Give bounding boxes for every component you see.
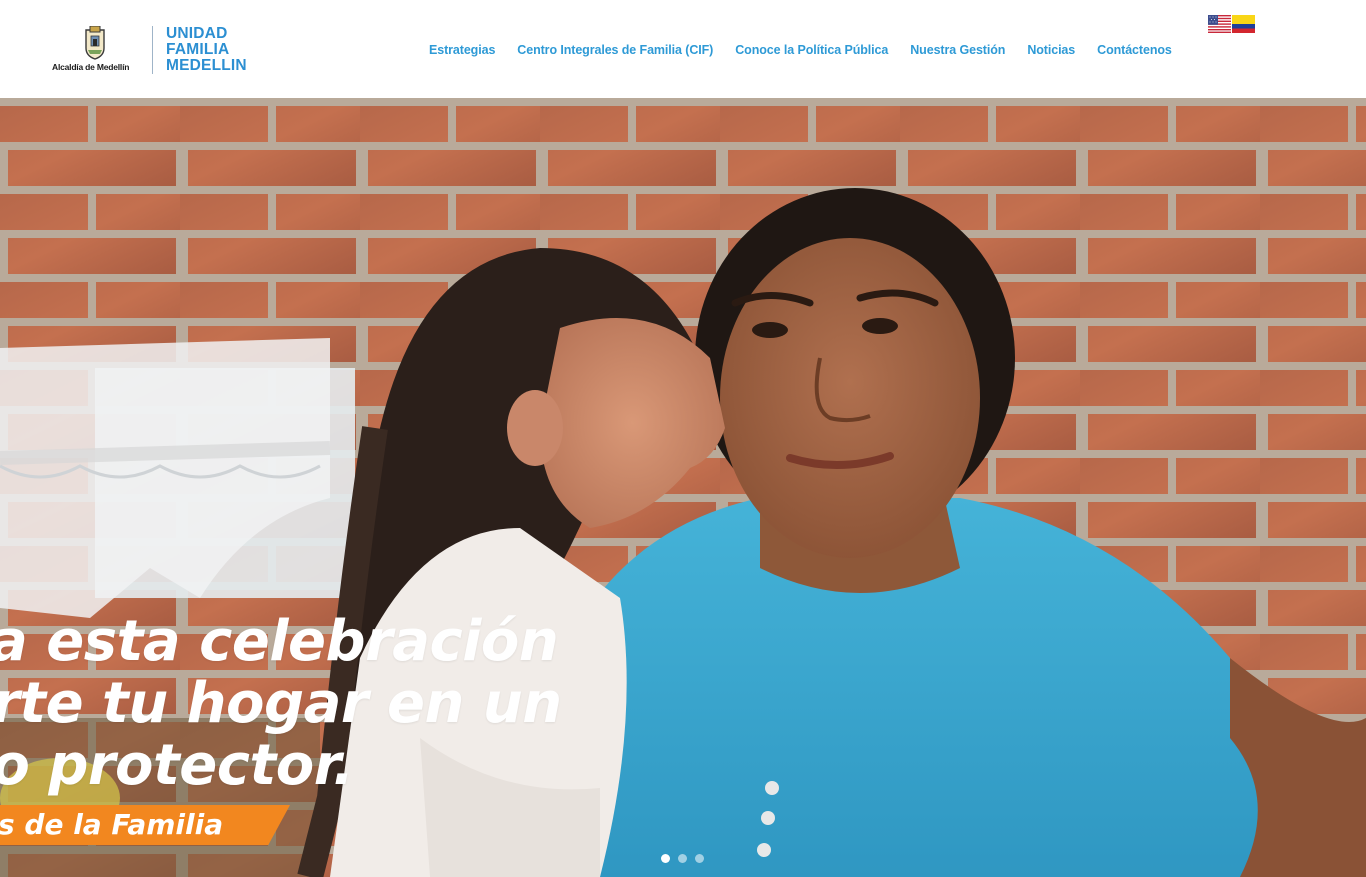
hero-slider[interactable]: a esta celebración vierte tu hogar en un… <box>0 98 1366 877</box>
hero-headline: a esta celebración vierte tu hogar en un… <box>0 611 562 797</box>
language-switcher <box>1208 15 1255 33</box>
hero-line: no protector. <box>0 733 354 798</box>
nav-item-nuestra-gestion[interactable]: Nuestra Gestión <box>899 40 1016 60</box>
hero-line: a esta celebración <box>0 609 559 674</box>
site-logo[interactable]: Alcaldía de Medellín UNIDAD FAMILIA MEDE… <box>52 24 262 76</box>
hero-line: vierte tu hogar en un <box>0 671 562 736</box>
brand-line: MEDELLIN <box>166 57 247 74</box>
slider-dot-1[interactable] <box>661 854 670 863</box>
site-header: Alcaldía de Medellín UNIDAD FAMILIA MEDE… <box>0 0 1366 98</box>
slider-dot-2[interactable] <box>678 854 687 863</box>
slider-dot-3[interactable] <box>695 854 704 863</box>
medellin-seal-icon <box>85 26 105 60</box>
alcaldia-label: Alcaldía de Medellín <box>52 62 130 72</box>
brand-line: FAMILIA <box>166 41 230 58</box>
nav-item-contactenos[interactable]: Contáctenos <box>1086 40 1183 60</box>
nav-item-estrategias[interactable]: Estrategias <box>418 40 506 60</box>
slider-dots <box>661 854 704 863</box>
nav-item-noticias[interactable]: Noticias <box>1016 40 1086 60</box>
us-flag-icon[interactable] <box>1208 15 1231 33</box>
main-nav: Estrategias Centro Integrales de Familia… <box>418 40 1183 60</box>
colombia-flag-icon[interactable] <box>1232 15 1255 33</box>
nav-item-cif[interactable]: Centro Integrales de Familia (CIF) <box>506 40 724 60</box>
brand-wordmark: UNIDAD FAMILIA MEDELLIN <box>166 26 247 74</box>
hero-ribbon-text: s de la Familia <box>0 808 224 841</box>
nav-item-politica-publica[interactable]: Conoce la Política Pública <box>724 40 899 60</box>
logo-divider <box>152 26 153 74</box>
brand-line: UNIDAD <box>166 25 228 42</box>
